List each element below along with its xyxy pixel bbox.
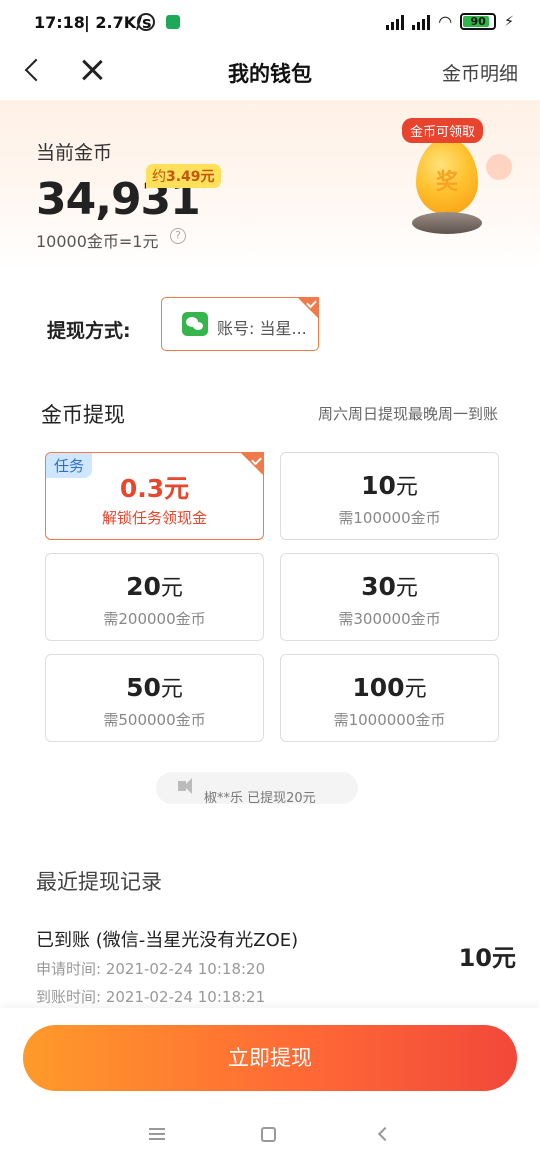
record-apply-time: 申请时间: 2021-02-24 10:18:20 — [36, 960, 266, 978]
selected-check-icon — [297, 297, 319, 319]
records-title: 最近提现记录 — [36, 870, 162, 894]
battery-level: 90 — [470, 15, 486, 28]
option-amount: 10 — [361, 471, 396, 500]
egg-claim-tag: 金币可领取 — [402, 118, 484, 143]
withdraw-option-50[interactable]: 50元 需500000金币 — [45, 654, 264, 742]
option-amount: 30 — [361, 572, 396, 601]
claim-coins-egg[interactable]: 金币可领取 奖 — [398, 114, 512, 240]
sparkle-icon — [486, 154, 512, 180]
option-amount: 100 — [352, 673, 405, 702]
wechat-icon — [182, 312, 208, 336]
withdraw-option-100[interactable]: 100元 需1000000金币 — [280, 654, 499, 742]
option-unit: 元 — [395, 475, 418, 500]
withdraw-option-task[interactable]: 任务 0.3元 解锁任务领现金 — [45, 452, 264, 540]
option-value: 30元 — [281, 570, 498, 602]
option-value: 20元 — [46, 570, 263, 602]
option-unit: 元 — [160, 576, 183, 601]
status-time: 17:18 — [34, 13, 85, 32]
option-amount: 20 — [126, 572, 161, 601]
option-requirement: 需300000金币 — [338, 610, 441, 628]
charging-icon: ⚡ — [504, 13, 514, 30]
option-unit: 元 — [404, 677, 427, 702]
option-unit: 元 — [160, 677, 183, 702]
home-icon[interactable] — [261, 1127, 276, 1142]
selected-check-icon — [240, 452, 264, 476]
hd-signal-icon — [386, 14, 405, 30]
record-arrive-time: 到账时间: 2021-02-24 10:18:21 — [36, 988, 266, 1006]
option-amount: 0.3元 — [119, 474, 190, 503]
menu-icon[interactable] — [149, 1128, 165, 1140]
withdraw-now-button[interactable]: 立即提现 — [23, 1025, 517, 1091]
option-requirement: 解锁任务领现金 — [101, 509, 207, 527]
egg-glyph: 奖 — [435, 170, 458, 195]
record-amount: 10元 — [458, 944, 516, 972]
status-bar: 17:18 | 2.7K/s ◠ 90 ⚡ — [0, 0, 540, 46]
coin-withdraw-title: 金币提现 — [41, 403, 125, 427]
system-navigation-bar — [0, 1118, 540, 1154]
balance-approx-badge: 约3.49元 — [146, 164, 221, 188]
help-icon[interactable]: ? — [170, 228, 186, 244]
top-navigation: 我的钱包 金币明细 — [0, 46, 540, 100]
option-requirement: 需100000金币 — [338, 509, 441, 527]
withdraw-option-10[interactable]: 10元 需100000金币 — [280, 452, 499, 540]
option-value: 100元 — [281, 671, 498, 703]
option-value: 10元 — [281, 469, 498, 501]
option-requirement: 需500000金币 — [103, 711, 206, 729]
app-notification-icon — [166, 15, 180, 29]
record-status: 已到账 (微信-当星光没有光ZOE) — [36, 930, 299, 951]
golden-egg-icon: 奖 — [416, 138, 478, 214]
withdraw-method-label: 提现方式: — [47, 320, 131, 342]
battery-icon: 90 — [460, 13, 497, 30]
signal-icon — [412, 14, 431, 30]
bottom-action-area: 立即提现 — [0, 1008, 540, 1170]
withdraw-account: 账号: 当星... — [217, 319, 307, 338]
status-right-icons: ◠ 90 ⚡ — [386, 12, 514, 31]
speaker-icon — [178, 778, 192, 794]
option-value: 0.3元 — [46, 469, 263, 505]
withdraw-schedule-note: 周六周日提现最晚周一到账 — [317, 405, 498, 423]
withdraw-ticker: 椒**乐 已提现20元 — [156, 772, 358, 806]
approx-prefix: 约 — [152, 169, 166, 185]
option-requirement: 需200000金币 — [103, 610, 206, 628]
option-unit: 元 — [395, 576, 418, 601]
system-back-icon[interactable] — [377, 1126, 393, 1142]
option-amount: 50 — [126, 673, 161, 702]
withdraw-option-20[interactable]: 20元 需200000金币 — [45, 553, 264, 641]
option-requirement: 需1000000金币 — [333, 711, 446, 729]
option-value: 50元 — [46, 671, 263, 703]
approx-value: 3.49元 — [166, 169, 215, 185]
balance-label: 当前金币 — [36, 142, 113, 164]
balance-header: 当前金币 34,931 约3.49元 10000金币=1元 ? 金币可领取 奖 — [0, 100, 540, 270]
coin-detail-link[interactable]: 金币明细 — [442, 59, 518, 86]
ticker-text: 椒**乐 已提现20元 — [204, 791, 316, 806]
withdraw-method-selector[interactable]: 账号: 当星... — [161, 297, 319, 351]
exchange-rate: 10000金币=1元 — [36, 232, 159, 251]
wifi-icon: ◠ — [438, 12, 453, 31]
alarm-icon — [137, 13, 155, 31]
egg-pedestal — [412, 212, 482, 234]
withdraw-option-30[interactable]: 30元 需300000金币 — [280, 553, 499, 641]
